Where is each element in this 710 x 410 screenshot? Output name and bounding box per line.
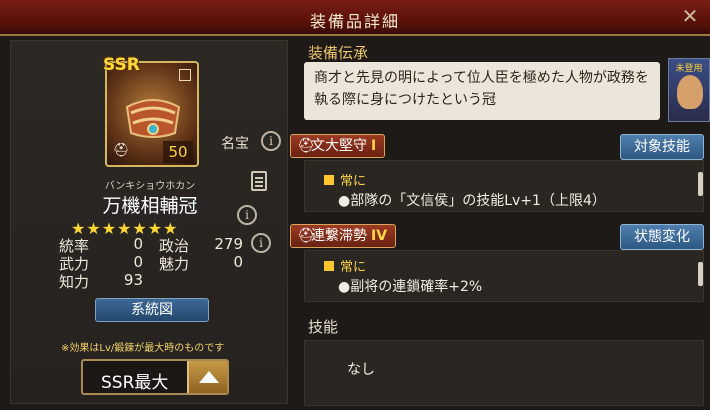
stat-miryoku-value: 0 <box>233 253 243 271</box>
equipment-card: ⛑ 50 <box>105 61 199 167</box>
grade-select-value: SSR最大 <box>101 373 169 393</box>
meiho-label: 名宝 <box>221 136 249 152</box>
keitozu-button[interactable]: 系統図 <box>95 298 209 322</box>
target-skill-button[interactable]: 対象技能 <box>620 134 704 160</box>
effect-footnote: ※効果はLv/鍛錬が最大時のものです <box>61 343 225 354</box>
corner-mark-icon <box>179 69 191 81</box>
crown-icon <box>125 99 181 138</box>
officer-portrait[interactable]: 未登用 <box>668 58 710 122</box>
stat-chiryoku-label: 知力 <box>59 273 90 291</box>
portrait-tag: 未登用 <box>675 64 703 74</box>
detail-panel: 装備伝承 商才と先見の明によって位人臣を極めた人物が政務を執る際に身につけたとい… <box>290 40 710 410</box>
close-icon[interactable]: ✕ <box>678 4 702 28</box>
skill2-name: 連繋滞勢 <box>311 228 367 244</box>
status-change-button[interactable]: 状態変化 <box>620 224 704 250</box>
skill1-effect: ●部隊の「文信侯」の技能Lv+1（上限4） <box>338 193 606 209</box>
skills-value: なし <box>347 362 375 378</box>
stat-tousotsu-value: 0 <box>133 235 143 253</box>
helmet-icon: ⛑ <box>297 138 315 154</box>
lore-text: 商才と先見の明によって位人臣を極めた人物が政務を執る際に身につけたという冠 <box>304 62 660 120</box>
page-title: 装備品詳細 <box>309 12 400 31</box>
skill1-condition: 常に <box>324 170 366 189</box>
lore-title: 装備伝承 <box>308 44 369 62</box>
stat-chiryoku-value: 93 <box>123 271 143 289</box>
helmet-icon: ⛑ <box>297 228 315 244</box>
meiho-info-icon[interactable]: i <box>261 131 281 151</box>
stats-info-icon[interactable]: i <box>251 233 271 253</box>
officer-face-icon <box>677 75 703 109</box>
title-bar: 装備品詳細 ✕ <box>0 0 710 36</box>
stat-miryoku-label: 魅力 <box>159 255 190 273</box>
skill2-condition: 常に <box>324 256 366 275</box>
equipment-panel: ⛑ 50 SSR 名宝 i バンキショウホカン 万機相輔冠 ★★★★★★★ i … <box>10 40 288 404</box>
skill1-tag[interactable]: ⛑文大堅守 I <box>290 134 386 158</box>
stars-info-icon[interactable]: i <box>237 205 257 225</box>
skill2-tag[interactable]: ⛑連繋滞勢 IV <box>290 224 397 248</box>
skill1-name: 文大堅守 <box>311 138 367 154</box>
skill1-rank: I <box>371 138 377 154</box>
skill2-effect: ●副将の連鎖確率+2% <box>338 279 483 295</box>
skill2-scrollbar[interactable] <box>698 262 703 286</box>
skills-box: なし <box>304 340 704 406</box>
grade-select[interactable]: SSR最大 <box>81 359 229 395</box>
triangle-up-icon[interactable] <box>187 361 227 393</box>
helmet-slot-icon: ⛑ <box>113 143 130 158</box>
rarity-badge: SSR <box>103 55 140 75</box>
skills-title: 技能 <box>308 318 339 336</box>
equipment-kana: バンキショウホカン <box>104 181 196 192</box>
stat-seiji-value: 279 <box>214 235 243 253</box>
skill1-scrollbar[interactable] <box>698 172 703 196</box>
skill2-rank: IV <box>371 228 388 244</box>
equipment-level: 50 <box>163 141 193 163</box>
stat-buryoku-value: 0 <box>133 253 143 271</box>
